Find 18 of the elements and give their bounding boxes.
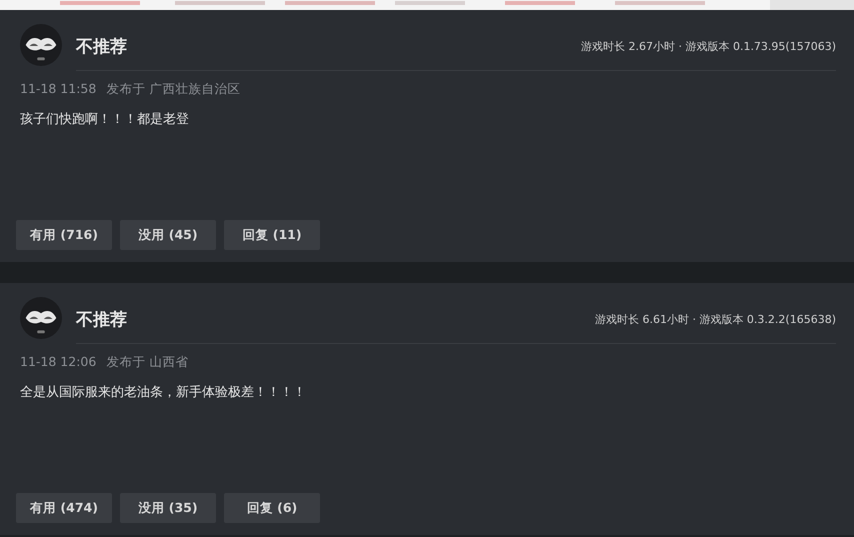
post-location: 发布于 山西省 — [106, 354, 188, 371]
vote-button[interactable]: 有用 (716) — [16, 220, 112, 250]
vote-button[interactable]: 没用 (35) — [120, 493, 216, 523]
vote-button[interactable]: 回复 (6) — [224, 493, 320, 523]
review-verdict: 不推荐 — [76, 36, 127, 58]
review-text: 全是从国际服来的老油条，新手体验极差！！！！ — [20, 384, 307, 402]
vote-button[interactable]: 回复 (11) — [224, 220, 320, 250]
post-time: 11-18 11:58 — [20, 81, 96, 98]
avatar-icon — [20, 296, 62, 338]
post-time: 11-18 12:06 — [20, 354, 96, 371]
playtime-info: 游戏时长 6.61小时 · 游戏版本 0.3.2.2(165638) — [594, 312, 836, 326]
playtime-info: 游戏时长 2.67小时 · 游戏版本 0.1.73.95(157063) — [580, 38, 836, 54]
vote-button[interactable]: 没用 (45) — [120, 220, 216, 250]
post-location: 发布于 广西壮族自治区 — [106, 81, 240, 98]
review-verdict: 不推荐 — [76, 308, 127, 330]
avatar-icon — [20, 24, 62, 66]
review-text: 孩子们快跑啊！！！都是老登 — [20, 111, 190, 129]
vote-button[interactable]: 有用 (474) — [16, 493, 112, 523]
